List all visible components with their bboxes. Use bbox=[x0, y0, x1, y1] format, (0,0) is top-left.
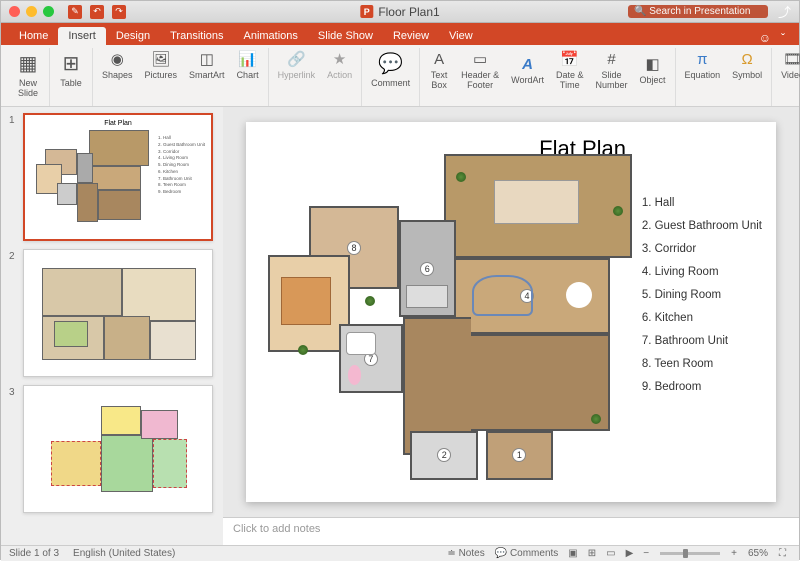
slide-thumbnails-panel[interactable]: 1 Flat Plan 1. Hall2. Guest Bathroom Uni… bbox=[1, 107, 223, 545]
view-normal-icon[interactable]: ▣ bbox=[563, 548, 582, 559]
ribbon-insert: ▦New Slide ⊞Table ◉Shapes 🖼Pictures ◫Sma… bbox=[1, 45, 799, 107]
tab-insert[interactable]: Insert bbox=[58, 27, 106, 45]
document-title: P Floor Plan1 bbox=[360, 5, 439, 19]
slide-thumbnail-1[interactable]: Flat Plan 1. Hall2. Guest Bathroom Unit3… bbox=[23, 113, 213, 241]
fit-to-window-icon[interactable]: ⛶ bbox=[774, 548, 791, 559]
powerpoint-icon: P bbox=[360, 5, 373, 18]
view-reading-icon[interactable]: ▭ bbox=[601, 548, 620, 559]
wordart-button[interactable]: AWordArt bbox=[508, 53, 547, 86]
comment-button[interactable]: 💬Comment bbox=[368, 48, 413, 89]
thumb-number: 2 bbox=[9, 249, 23, 377]
comments-toggle[interactable]: 💬 Comments bbox=[490, 548, 564, 559]
tab-transitions[interactable]: Transitions bbox=[160, 27, 233, 45]
ribbon-tabs: Home Insert Design Transitions Animation… bbox=[1, 23, 799, 45]
pictures-button[interactable]: 🖼Pictures bbox=[142, 48, 181, 81]
undo-icon[interactable]: ↶ bbox=[90, 5, 104, 19]
document-name: Floor Plan1 bbox=[378, 5, 439, 19]
floor-plan-legend: 1. Hall 2. Guest Bathroom Unit 3. Corrid… bbox=[642, 192, 762, 399]
mini-legend: 1. Hall2. Guest Bathroom Unit3. Corridor… bbox=[158, 135, 205, 196]
quick-access-toolbar: ✎ ↶ ↷ bbox=[68, 5, 126, 19]
minimize-window-button[interactable] bbox=[26, 6, 37, 17]
notes-pane[interactable]: Click to add notes bbox=[223, 517, 799, 545]
chart-button[interactable]: 📊Chart bbox=[234, 48, 262, 81]
symbol-button[interactable]: ΩSymbol bbox=[729, 48, 765, 81]
title-bar: ✎ ↶ ↷ P Floor Plan1 🔍 Search in Presenta… bbox=[1, 1, 799, 23]
slide-thumbnail-3[interactable] bbox=[23, 385, 213, 513]
search-input[interactable]: 🔍 Search in Presentation bbox=[628, 5, 768, 18]
share-icon[interactable]: ⤴ bbox=[778, 2, 791, 21]
slide-thumbnail-2[interactable] bbox=[23, 249, 213, 377]
collapse-ribbon-icon[interactable]: ˇ bbox=[781, 31, 785, 45]
table-button[interactable]: ⊞Table bbox=[56, 48, 86, 89]
textbox-button[interactable]: AText Box bbox=[426, 48, 452, 91]
tab-home[interactable]: Home bbox=[9, 27, 58, 45]
maximize-window-button[interactable] bbox=[43, 6, 54, 17]
status-bar: Slide 1 of 3 English (United States) ≐ N… bbox=[1, 545, 799, 561]
tab-design[interactable]: Design bbox=[106, 27, 160, 45]
floor-plan-drawing: 5 4 6 8 9 bbox=[260, 144, 636, 490]
action-button[interactable]: ★Action bbox=[324, 48, 355, 81]
tab-review[interactable]: Review bbox=[383, 27, 439, 45]
thumb-number: 1 bbox=[9, 113, 23, 241]
close-window-button[interactable] bbox=[9, 6, 20, 17]
tab-view[interactable]: View bbox=[439, 27, 483, 45]
datetime-button[interactable]: 📅Date & Time bbox=[553, 48, 587, 91]
slidenumber-button[interactable]: #Slide Number bbox=[593, 48, 631, 91]
language-indicator[interactable]: English (United States) bbox=[73, 548, 175, 559]
tab-animations[interactable]: Animations bbox=[234, 27, 308, 45]
view-slideshow-icon[interactable]: ▶ bbox=[621, 548, 639, 559]
slide-canvas[interactable]: Flat Plan 1. Hall 2. Guest Bathroom Unit… bbox=[246, 122, 776, 502]
view-sorter-icon[interactable]: ⊞ bbox=[583, 548, 601, 559]
slide-position: Slide 1 of 3 bbox=[9, 548, 59, 559]
zoom-in-button[interactable]: + bbox=[726, 548, 742, 559]
notes-toggle[interactable]: ≐ Notes bbox=[442, 548, 489, 559]
header-footer-button[interactable]: ▭Header & Footer bbox=[458, 48, 502, 91]
thumb-number: 3 bbox=[9, 385, 23, 513]
zoom-level[interactable]: 65% bbox=[748, 548, 768, 559]
slide-stage: Flat Plan 1. Hall 2. Guest Bathroom Unit… bbox=[223, 107, 799, 545]
new-slide-button[interactable]: ▦New Slide bbox=[13, 48, 43, 99]
object-button[interactable]: ◧Object bbox=[637, 53, 669, 86]
shapes-button[interactable]: ◉Shapes bbox=[99, 48, 136, 81]
smartart-button[interactable]: ◫SmartArt bbox=[186, 48, 228, 81]
workspace: 1 Flat Plan 1. Hall2. Guest Bathroom Uni… bbox=[1, 107, 799, 545]
zoom-slider[interactable] bbox=[660, 552, 720, 555]
smiley-feedback-icon[interactable]: ☺ bbox=[759, 31, 771, 45]
video-button[interactable]: 🎞Video bbox=[778, 48, 800, 81]
hyperlink-button[interactable]: 🔗Hyperlink bbox=[275, 48, 319, 81]
window-controls bbox=[9, 6, 54, 17]
zoom-out-button[interactable]: − bbox=[638, 548, 654, 559]
mini-title: Flat Plan bbox=[104, 120, 132, 127]
save-icon[interactable]: ✎ bbox=[68, 5, 82, 19]
equation-button[interactable]: πEquation bbox=[682, 48, 724, 81]
tab-slideshow[interactable]: Slide Show bbox=[308, 27, 383, 45]
redo-icon[interactable]: ↷ bbox=[112, 5, 126, 19]
